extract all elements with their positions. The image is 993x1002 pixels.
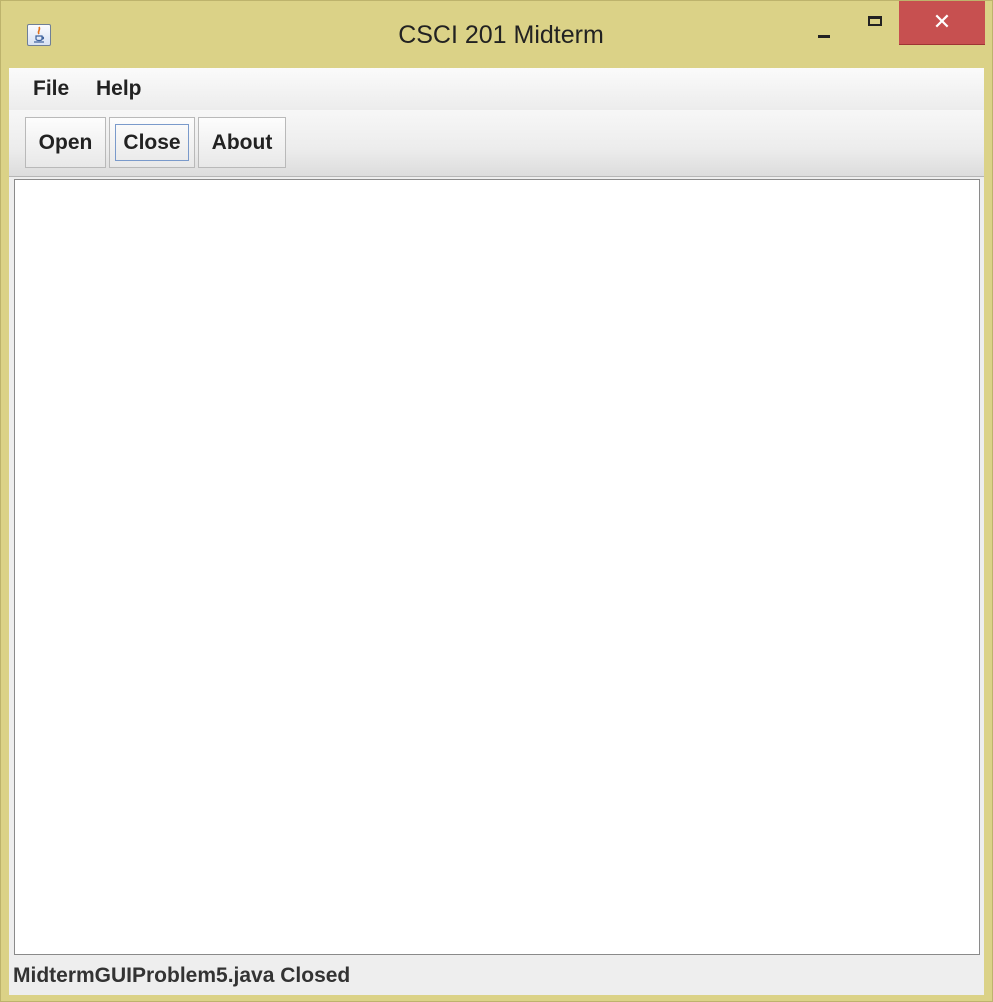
- maximize-icon: [868, 16, 882, 26]
- close-button[interactable]: Close: [109, 117, 195, 168]
- minimize-icon: [818, 35, 830, 38]
- java-app-icon[interactable]: [27, 24, 51, 46]
- app-window: CSCI 201 Midterm ✕ File Help Open Close …: [0, 0, 993, 1002]
- maximize-button[interactable]: [852, 1, 900, 45]
- menu-help[interactable]: Help: [96, 77, 142, 101]
- close-icon: ✕: [932, 9, 952, 34]
- content-panel[interactable]: [14, 179, 980, 955]
- title-bar[interactable]: CSCI 201 Midterm ✕: [1, 1, 992, 68]
- about-button[interactable]: About: [198, 117, 286, 168]
- status-bar: MidtermGUIProblem5.java Closed: [13, 964, 351, 987]
- toolbar: Open Close About: [9, 110, 984, 177]
- menu-file[interactable]: File: [33, 77, 69, 101]
- minimize-button[interactable]: [799, 1, 847, 45]
- client-area: File Help Open Close About MidtermGUIPro…: [9, 68, 984, 995]
- open-button[interactable]: Open: [25, 117, 106, 168]
- close-button-label: Close: [123, 131, 181, 154]
- menu-bar: File Help: [9, 68, 984, 110]
- window-title: CSCI 201 Midterm: [398, 21, 604, 49]
- close-window-button[interactable]: ✕: [899, 1, 985, 45]
